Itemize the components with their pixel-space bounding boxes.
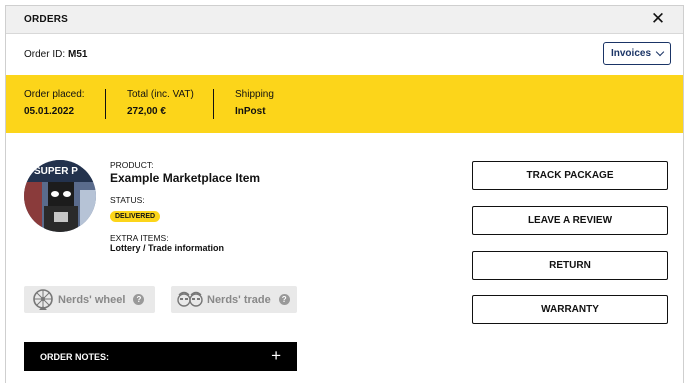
- order-placed-value: 05.01.2022: [24, 106, 75, 117]
- order-total-label: Total (inc. VAT): [127, 89, 194, 100]
- chevron-down-icon: [655, 47, 665, 56]
- modal-header: ORDERS ✕: [6, 6, 683, 34]
- order-placed-label: Order placed:: [24, 89, 85, 100]
- order-id-label: Order ID:: [24, 49, 66, 60]
- product-name: Example Marketplace Item: [110, 171, 261, 185]
- help-icon[interactable]: ?: [133, 294, 145, 305]
- leave-review-button[interactable]: LEAVE A REVIEW: [472, 206, 668, 235]
- product-image: SUPER P: [24, 160, 96, 232]
- extra-items-value: Lottery / Trade information: [110, 243, 225, 253]
- plus-icon: +: [271, 346, 281, 365]
- product-info: PRODUCT: Example Marketplace Item STATUS…: [110, 160, 260, 253]
- summary-divider: [213, 89, 214, 119]
- order-shipping: Shipping InPost: [235, 89, 274, 117]
- wheel-icon: [28, 286, 58, 313]
- product-label: PRODUCT:: [110, 160, 154, 170]
- order-summary-bar: Order placed: 05.01.2022 Total (inc. VAT…: [6, 75, 683, 133]
- order-notes-label: ORDER NOTES:: [40, 352, 110, 362]
- track-package-button[interactable]: TRACK PACKAGE: [472, 161, 668, 190]
- help-icon[interactable]: ?: [278, 294, 290, 305]
- modal-title: ORDERS: [24, 14, 68, 25]
- order-id-row: Order ID: M51 Invoices: [6, 34, 683, 75]
- order-notes-toggle[interactable]: ORDER NOTES: +: [24, 342, 297, 371]
- status-label: STATUS:: [110, 195, 145, 205]
- shipping-value: InPost: [235, 106, 266, 117]
- order-id-value: M51: [68, 49, 88, 60]
- return-button[interactable]: RETURN: [472, 251, 668, 280]
- warranty-button[interactable]: WARRANTY: [472, 295, 668, 324]
- order-placed: Order placed: 05.01.2022: [24, 89, 85, 117]
- product-section: SUPER P PRODUCT: Example Marketplace Ite…: [6, 133, 683, 383]
- close-icon[interactable]: ✕: [649, 10, 667, 28]
- nerds-trade-icon: [173, 286, 207, 313]
- shipping-label: Shipping: [235, 89, 274, 100]
- extra-items-label: EXTRA ITEMS:: [110, 233, 169, 243]
- order-total-value: 272,00 €: [127, 106, 166, 117]
- invoices-dropdown-button[interactable]: Invoices: [603, 42, 671, 65]
- nerds-trade-label: Nerds' trade: [207, 293, 271, 306]
- nerds-trade-button[interactable]: Nerds' trade ?: [171, 286, 297, 313]
- status-badge: DELIVERED: [110, 211, 161, 222]
- order-total: Total (inc. VAT) 272,00 €: [127, 89, 194, 117]
- summary-divider: [105, 89, 106, 119]
- nerds-wheel-button[interactable]: Nerds' wheel ?: [24, 286, 155, 313]
- invoices-label: Invoices: [610, 48, 652, 59]
- nerds-wheel-label: Nerds' wheel: [58, 293, 126, 306]
- orders-modal: ORDERS ✕ Order ID: M51 Invoices Order pl…: [5, 5, 684, 383]
- avatar-caption: SUPER P: [34, 166, 78, 177]
